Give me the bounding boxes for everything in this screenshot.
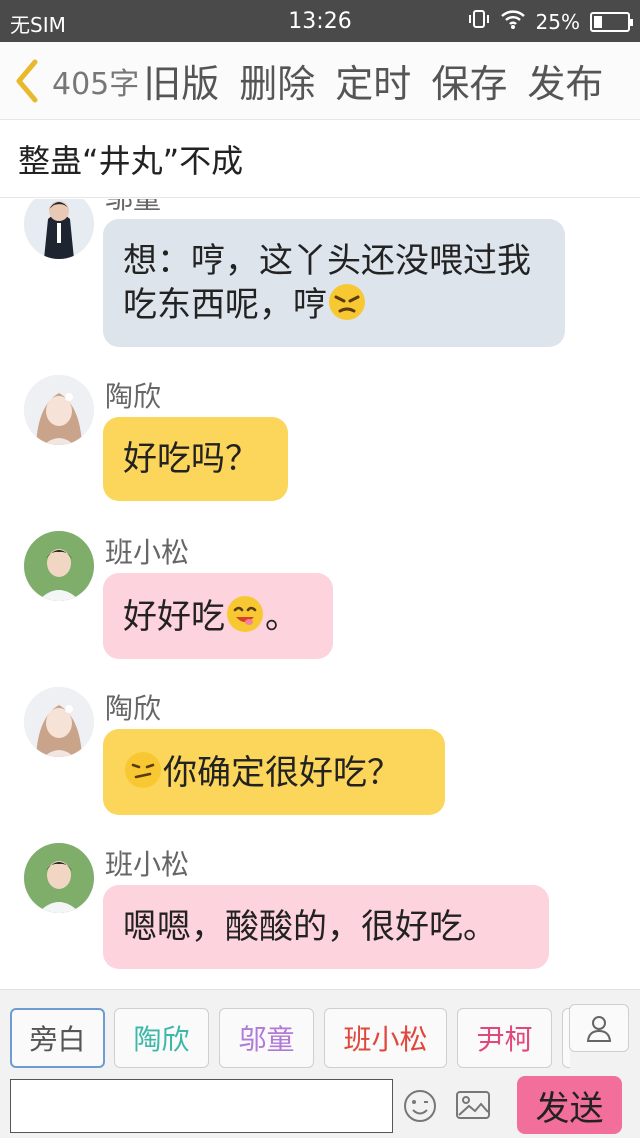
vibrate-icon	[468, 8, 490, 35]
message-bubble[interactable]: 嗯嗯，酸酸的，很好吃。	[103, 885, 549, 969]
send-button[interactable]: 发送	[517, 1076, 622, 1134]
yum-face-icon	[227, 596, 263, 632]
emoji-icon[interactable]	[403, 1089, 437, 1123]
message-bubble[interactable]: 好好吃。	[103, 573, 333, 659]
image-icon[interactable]	[455, 1089, 491, 1121]
speaker-name: 陶欣	[105, 692, 162, 725]
schedule-button[interactable]: 定时	[335, 53, 411, 108]
speaker-name: 邬童	[105, 199, 161, 217]
editor-toolbar: 405字 旧版 删除 定时 保存 发布	[0, 42, 640, 120]
story-title-row[interactable]: 整蛊“井丸”不成	[0, 120, 640, 198]
story-title: 整蛊“井丸”不成	[18, 142, 244, 180]
message-bubble[interactable]: 想：哼，这丫头还没喂过我吃东西呢，哼	[103, 219, 565, 347]
message-text: 你确定很好吃？	[163, 753, 401, 793]
message-text: 好好吃	[123, 597, 225, 637]
message-text: 嗯嗯，酸酸的，很好吃。	[123, 907, 497, 947]
avatar-banxiaosong[interactable]	[24, 531, 94, 601]
publish-button[interactable]: 发布	[527, 53, 603, 108]
character-name: 邬童	[238, 1023, 295, 1056]
manage-characters-button[interactable]	[569, 1004, 629, 1052]
character-selector: 旁白 陶欣 邬童 班小松 尹柯	[0, 989, 640, 1073]
character-name: 班小松	[343, 1023, 428, 1056]
chevron-left-icon	[16, 59, 38, 102]
message-input[interactable]	[10, 1079, 393, 1133]
character-name: 陶欣	[133, 1023, 190, 1056]
battery-percent: 25%	[535, 9, 580, 34]
input-bar: 发送	[0, 1073, 640, 1138]
status-icons: 25%	[468, 8, 633, 35]
wifi-icon	[500, 8, 526, 35]
angry-face-icon	[329, 284, 365, 320]
old-version-button[interactable]: 旧版	[143, 53, 219, 108]
person-icon	[586, 1016, 612, 1042]
delete-button[interactable]: 删除	[239, 53, 315, 108]
speaker-name: 班小松	[105, 536, 190, 569]
character-chip-taoxin[interactable]: 陶欣	[114, 1008, 209, 1068]
speaker-name: 班小松	[105, 848, 190, 881]
avatar-taoxin[interactable]	[24, 687, 94, 757]
character-chip-wutong[interactable]: 邬童	[219, 1008, 314, 1068]
avatar-wutong[interactable]	[24, 199, 94, 259]
message-bubble[interactable]: 你确定很好吃？	[103, 729, 445, 815]
character-chip-banxiaosong[interactable]: 班小松	[324, 1008, 447, 1068]
confused-face-icon	[125, 752, 161, 788]
avatar-banxiaosong[interactable]	[24, 843, 94, 913]
avatar-taoxin[interactable]	[24, 375, 94, 445]
speaker-name: 陶欣	[105, 380, 162, 413]
character-chip-yinke[interactable]: 尹柯	[457, 1008, 552, 1068]
character-name: 旁白	[29, 1023, 86, 1056]
word-count: 405字	[52, 66, 140, 102]
character-chip-narrator[interactable]: 旁白	[10, 1008, 105, 1068]
message-bubble[interactable]: 好吃吗？	[103, 417, 288, 501]
status-bar: 无SIM 13:26 25%	[0, 0, 640, 42]
chat-messages[interactable]: 邬童 想：哼，这丫头还没喂过我吃东西呢，哼 陶欣 好吃吗？ 班小松 好好吃。 陶…	[0, 199, 640, 989]
message-text-suffix: 。	[265, 597, 299, 637]
message-text: 好吃吗？	[123, 439, 259, 479]
character-name: 尹柯	[476, 1023, 533, 1056]
battery-icon	[590, 11, 633, 32]
back-button[interactable]	[0, 42, 52, 120]
save-button[interactable]: 保存	[431, 53, 507, 108]
